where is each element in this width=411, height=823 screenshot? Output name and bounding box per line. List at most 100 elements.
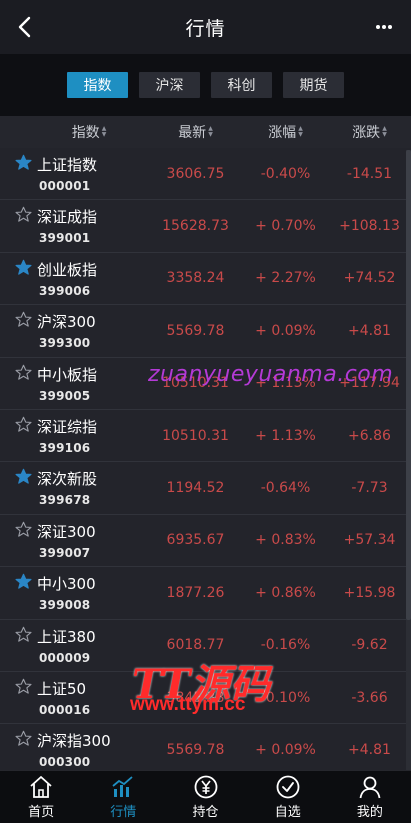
page-title: 行情 — [185, 17, 226, 40]
check-icon — [276, 775, 300, 799]
column-change-pct-sort[interactable]: 涨幅 ▲ ▼ — [243, 122, 328, 142]
star-outline-icon[interactable] — [15, 364, 32, 381]
change-percent: + 0.70% — [255, 218, 316, 235]
nav-market-label: 行情 — [110, 805, 137, 820]
table-row[interactable]: 深次新股 399678 1194.52 -0.64% -7.73 — [0, 462, 411, 515]
latest-price: 3845.38 — [166, 689, 225, 706]
star-outline-icon[interactable] — [15, 678, 32, 695]
change-amount: -14.51 — [346, 165, 393, 182]
back-button[interactable] — [10, 12, 40, 42]
star-outline-icon[interactable] — [15, 416, 32, 433]
table-row[interactable]: 中小板指 399005 10510.31 + 1.13% +117.94 — [0, 358, 411, 410]
table-row[interactable]: 深证综指 399106 10510.31 + 1.13% +6.86 — [0, 410, 411, 463]
stock-code: 000300 — [39, 755, 91, 770]
table-row[interactable]: 上证50 000016 3845.38 -0.10% -3.66 — [0, 672, 411, 725]
star-filled-icon[interactable] — [15, 154, 32, 171]
nav-watchlist[interactable]: 自选 — [247, 771, 329, 823]
table-row[interactable]: 沪深指300 000300 5569.78 + 0.09% +4.81 — [0, 724, 411, 770]
nav-profile-label: 我的 — [356, 805, 383, 820]
change-amount: +74.52 — [343, 270, 396, 287]
stock-name: 沪深指300 — [37, 732, 111, 751]
tab-star-market[interactable]: 科创 — [211, 72, 272, 98]
column-latest-label: 最新 — [178, 125, 207, 141]
sort-icon: ▲ ▼ — [382, 125, 387, 138]
change-percent: -0.40% — [260, 165, 311, 182]
nav-market[interactable]: 行情 — [82, 771, 164, 823]
change-percent: + 0.09% — [255, 322, 316, 339]
sort-icon: ▲ ▼ — [101, 125, 107, 138]
stock-name: 上证指数 — [37, 156, 98, 174]
chart-icon — [112, 776, 133, 797]
latest-price: 1877.26 — [166, 584, 225, 601]
star-filled-icon[interactable] — [15, 259, 32, 276]
change-amount: -7.73 — [351, 480, 388, 497]
yen-icon — [194, 775, 217, 799]
nav-home[interactable]: 首页 — [0, 771, 82, 823]
column-latest-sort[interactable]: 最新 ▲ ▼ — [148, 122, 243, 142]
column-header-row: 指数 ▲ ▼ 最新 ▲ ▼ 涨幅 ▲ ▼ 涨跌 ▲ ▼ — [0, 116, 411, 148]
latest-price: 5569.78 — [166, 322, 225, 339]
tab-shanghai-shenzhen[interactable]: 沪深 — [139, 72, 200, 98]
star-filled-icon[interactable] — [15, 573, 32, 590]
scrollbar-thumb[interactable] — [406, 150, 411, 620]
nav-profile[interactable]: 我的 — [329, 771, 411, 823]
table-row[interactable]: 上证指数 000001 3606.75 -0.40% -14.51 — [0, 148, 411, 201]
stock-name: 深证成指 — [37, 208, 98, 227]
stock-name: 上证380 — [37, 627, 96, 646]
table-row[interactable]: 深证300 399007 6935.67 + 0.83% +57.34 — [0, 515, 411, 568]
stock-code: 399005 — [39, 388, 91, 403]
latest-price: 10510.31 — [162, 427, 229, 444]
change-amount: +117.94 — [339, 375, 400, 392]
top-bar: 行情 — [0, 0, 411, 54]
star-outline-icon[interactable] — [15, 311, 32, 328]
latest-price: 5569.78 — [166, 741, 225, 758]
star-outline-icon[interactable] — [15, 521, 32, 538]
latest-price: 1194.52 — [166, 480, 225, 497]
table-row[interactable]: 沪深300 399300 5569.78 + 0.09% +4.81 — [0, 305, 411, 358]
change-percent: + 1.13% — [255, 427, 316, 444]
column-name-label: 指数 — [71, 125, 100, 141]
quote-list[interactable]: 上证指数 000001 3606.75 -0.40% -14.51 深证成指 399001 1… — [0, 148, 411, 770]
star-outline-icon[interactable] — [15, 730, 32, 747]
tab-index[interactable]: 指数 — [67, 72, 128, 98]
stock-code: 000016 — [39, 702, 91, 717]
sort-icon: ▲ ▼ — [208, 125, 213, 138]
name-cell: 中小300 399008 — [0, 567, 148, 618]
star-outline-icon[interactable] — [15, 626, 32, 643]
nav-holdings[interactable]: 持仓 — [164, 771, 246, 823]
tab-futures[interactable]: 期货 — [283, 72, 344, 98]
change-amount: +57.34 — [343, 532, 396, 549]
name-cell: 深证成指 399001 — [0, 200, 148, 251]
bottom-nav: 首页 行情 持仓 自选 我的 — [0, 770, 411, 823]
nav-watchlist-label: 自选 — [274, 805, 301, 820]
column-change-sort[interactable]: 涨跌 ▲ ▼ — [328, 122, 411, 142]
change-percent: -0.64% — [260, 480, 311, 497]
stock-name: 上证50 — [37, 679, 87, 698]
app-root: 行情 指数 沪深 科创 期货 指数 ▲ ▼ 最新 ▲ ▼ 涨幅 ▲ ▼ 涨跌 ▲… — [0, 0, 411, 823]
change-percent: + 0.83% — [255, 532, 316, 549]
table-row[interactable]: 上证380 000009 6018.77 -0.16% -9.62 — [0, 620, 411, 672]
table-row[interactable]: 深证成指 399001 15628.73 + 0.70% +108.13 — [0, 200, 411, 253]
name-cell: 上证50 000016 — [0, 672, 148, 723]
name-cell: 深证300 399007 — [0, 515, 148, 566]
more-button[interactable] — [369, 12, 399, 42]
stock-code: 000009 — [39, 650, 91, 665]
name-cell: 沪深300 399300 — [0, 305, 148, 356]
column-change-pct-label: 涨幅 — [268, 125, 297, 141]
column-name-sort[interactable]: 指数 ▲ ▼ — [0, 122, 148, 142]
star-filled-icon[interactable] — [15, 468, 32, 485]
table-row[interactable]: 中小300 399008 1877.26 + 0.86% +15.98 — [0, 567, 411, 620]
stock-code: 399008 — [39, 598, 91, 613]
name-cell: 中小板指 399005 — [0, 358, 148, 409]
table-row[interactable]: 创业板指 399006 3358.24 + 2.27% +74.52 — [0, 253, 411, 306]
more-dots-icon — [376, 25, 392, 29]
stock-code: 399001 — [39, 231, 91, 246]
change-percent: + 0.09% — [255, 741, 316, 758]
star-outline-icon[interactable] — [15, 206, 32, 223]
name-cell: 沪深指300 000300 — [0, 724, 148, 770]
change-percent: + 0.86% — [255, 584, 316, 601]
stock-code: 399007 — [39, 545, 91, 560]
latest-price: 3358.24 — [166, 270, 225, 287]
user-icon — [359, 776, 381, 799]
chevron-left-icon — [18, 16, 31, 38]
